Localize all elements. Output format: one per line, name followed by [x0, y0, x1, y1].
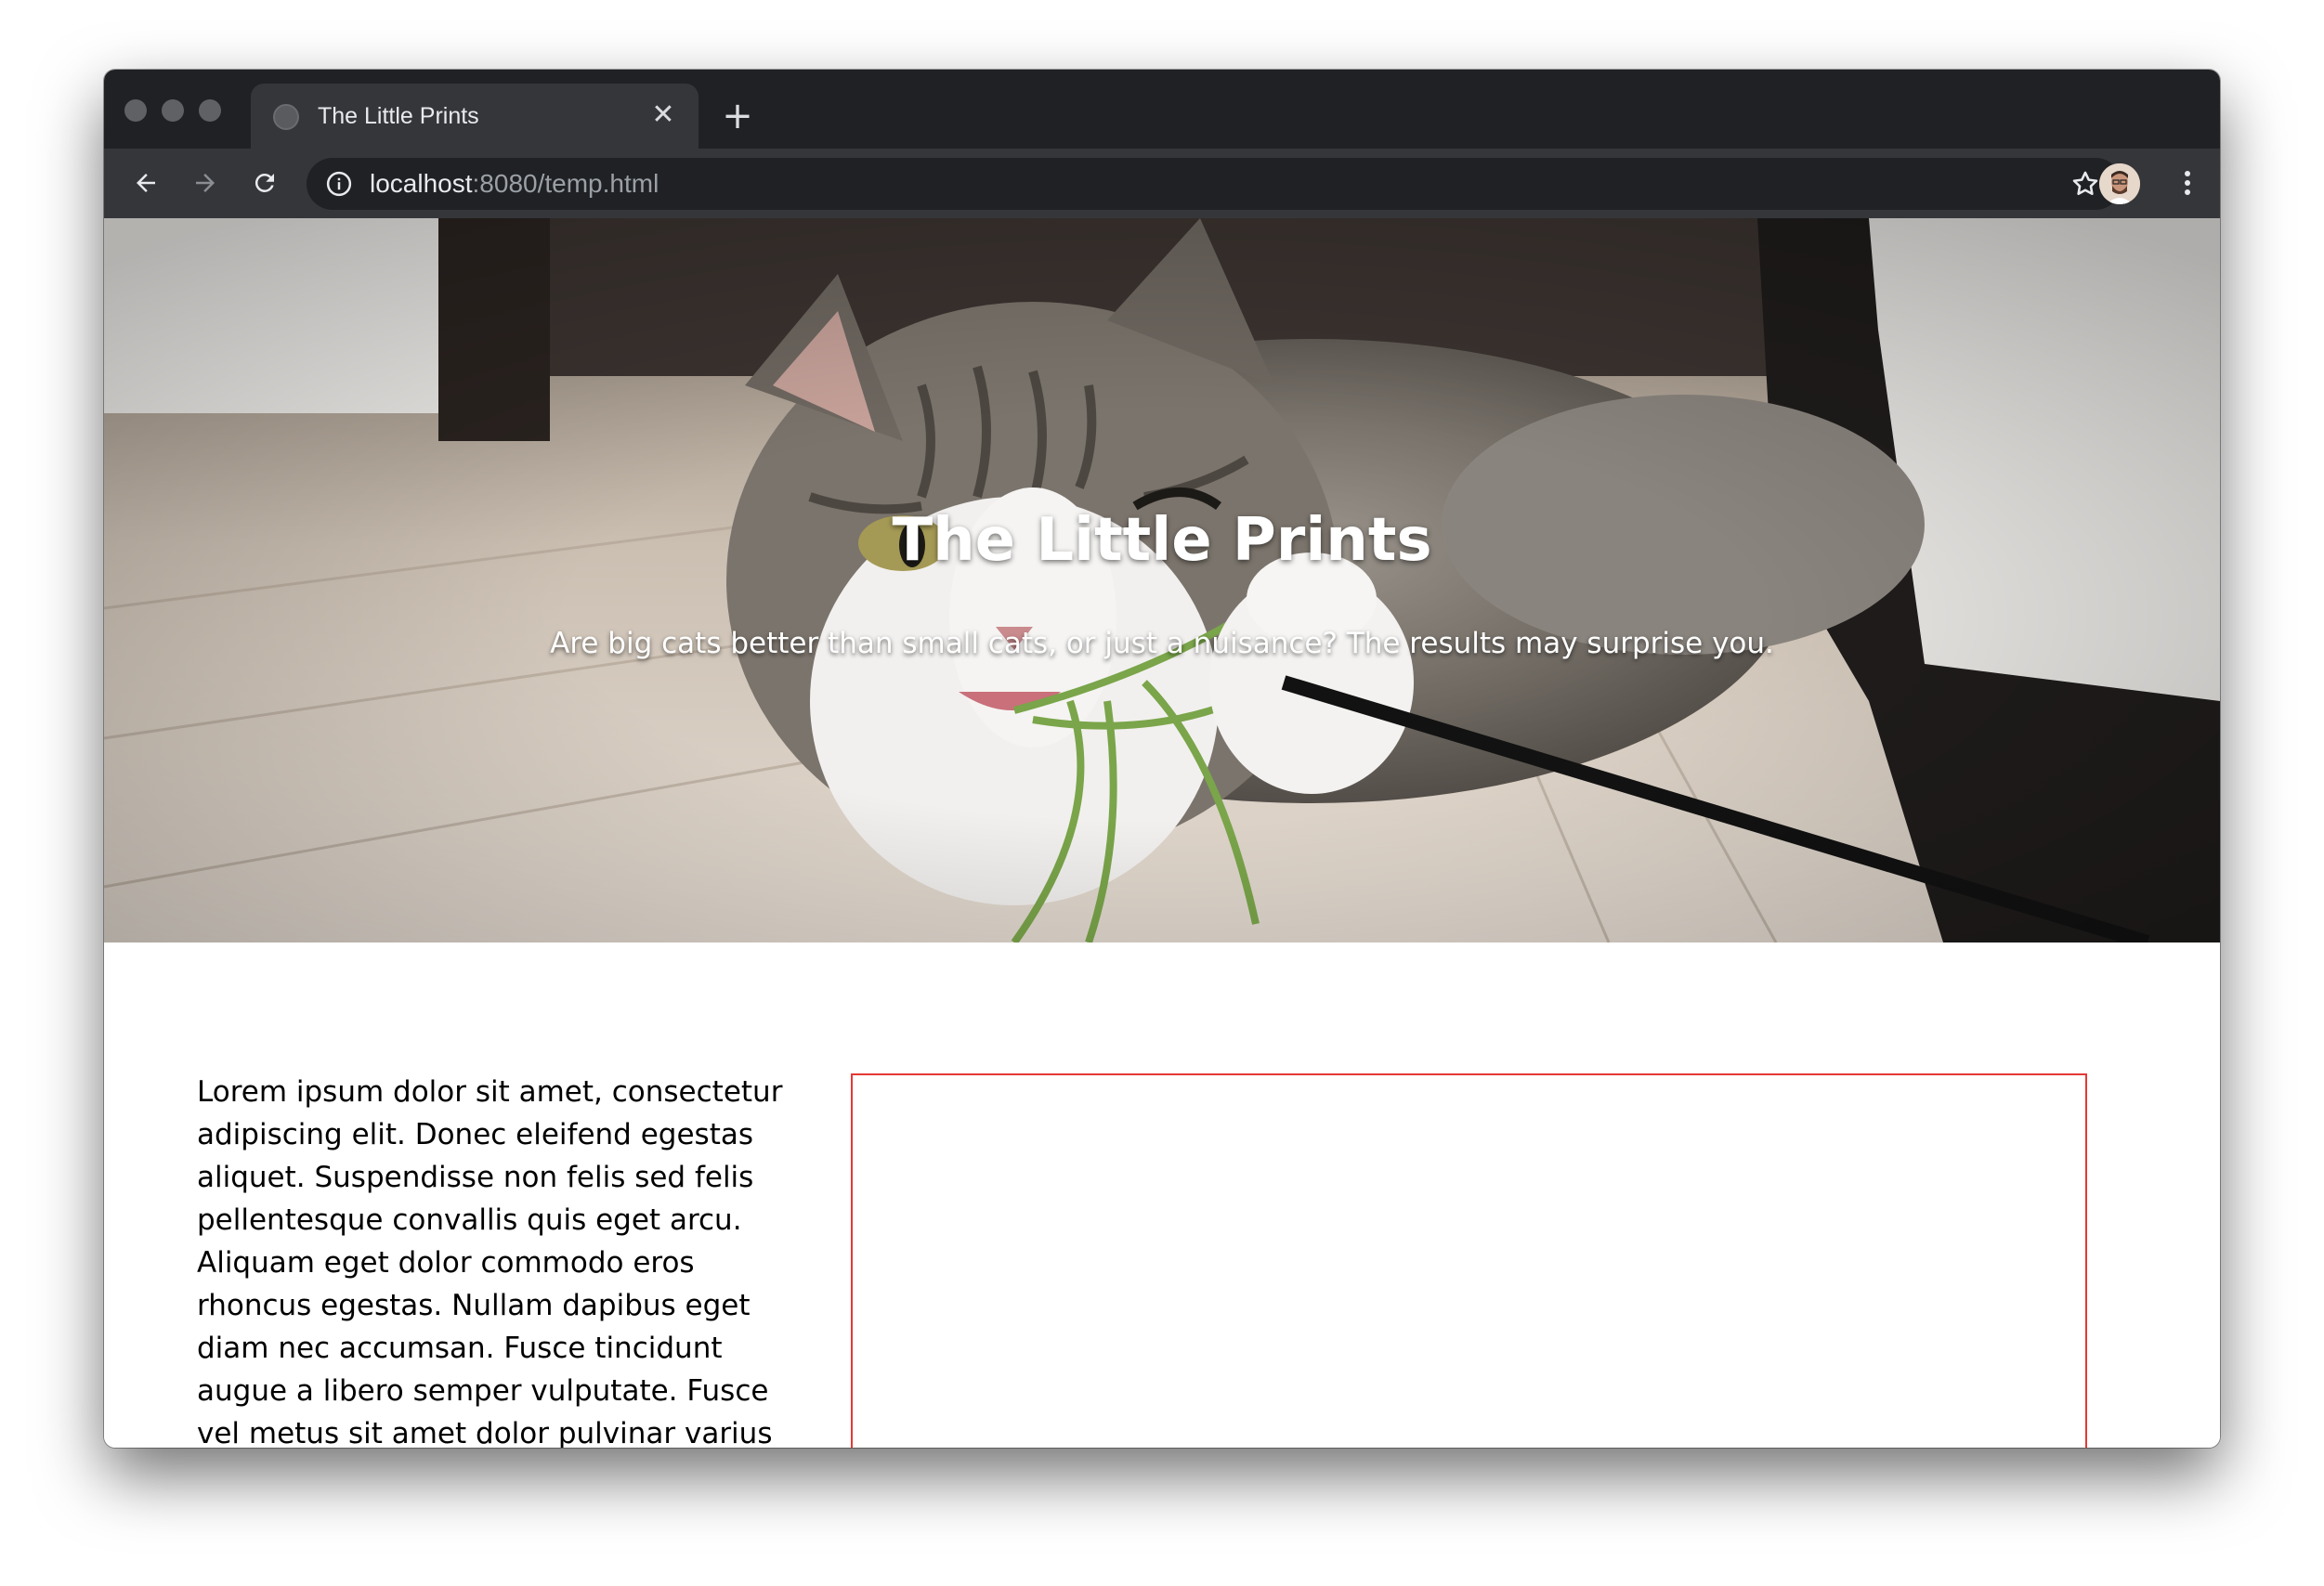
hero-banner: The Little Prints Are big cats better th…: [104, 218, 2220, 942]
close-icon[interactable]: ✕: [645, 97, 682, 134]
window-zoom-button[interactable]: [199, 99, 221, 122]
tab-active[interactable]: The Little Prints ✕: [251, 84, 699, 149]
globe-icon: [273, 104, 299, 130]
star-icon[interactable]: [2069, 168, 2101, 200]
address-bar[interactable]: localhost:8080/temp.html: [307, 158, 2122, 210]
url-path: :8080/temp.html: [472, 169, 659, 198]
kebab-menu-icon[interactable]: [2166, 162, 2209, 204]
tab-title: The Little Prints: [318, 103, 479, 129]
profile-avatar[interactable]: [2099, 163, 2140, 204]
arrow-right-icon[interactable]: [184, 162, 227, 204]
reload-icon[interactable]: [243, 162, 286, 204]
url-text[interactable]: localhost:8080/temp.html: [370, 168, 659, 200]
toolbar: localhost:8080/temp.html: [104, 149, 2220, 218]
hero-title: The Little Prints: [892, 506, 1432, 575]
hero-subtitle: Are big cats better than small cats, or …: [550, 627, 1774, 660]
hero-cat-image: [104, 218, 2220, 942]
browser-window: The Little Prints ✕ + localhost:8080/tem…: [104, 70, 2220, 1448]
info-icon[interactable]: [325, 170, 353, 198]
arrow-left-icon[interactable]: [124, 162, 167, 204]
tab-strip: The Little Prints ✕ +: [104, 70, 2220, 149]
plus-icon[interactable]: +: [717, 96, 758, 136]
window-close-button[interactable]: [124, 99, 147, 122]
page-viewport[interactable]: The Little Prints Are big cats better th…: [104, 218, 2220, 1448]
body-paragraph: Lorem ipsum dolor sit amet, consectetur …: [197, 1075, 783, 1448]
content-placeholder-box: [851, 1073, 2087, 1448]
url-host: localhost: [370, 169, 473, 198]
window-minimize-button[interactable]: [162, 99, 184, 122]
